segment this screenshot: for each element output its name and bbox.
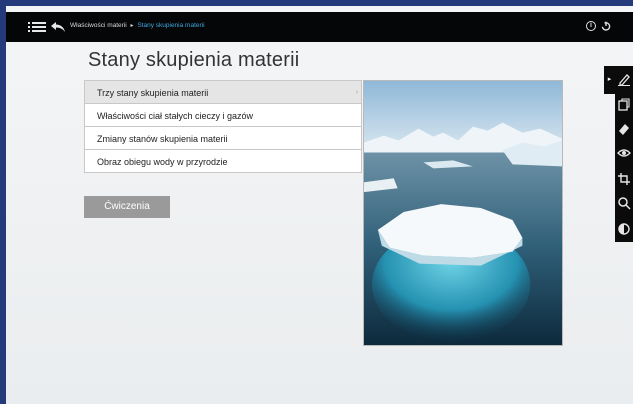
breadcrumb: Właściwości materii ▸ Stany skupienia ma… <box>70 22 205 29</box>
top-bar: Właściwości materii ▸ Stany skupienia ma… <box>6 12 633 42</box>
exercises-button[interactable]: Ćwiczenia <box>84 196 170 218</box>
side-toolbar: ▸ <box>604 66 633 242</box>
copy-icon[interactable] <box>617 98 631 112</box>
breadcrumb-current: Stany skupienia materii <box>137 22 205 29</box>
menu-item-obieg-wody[interactable]: Obraz obiegu wody w przyrodzie <box>84 149 362 173</box>
eye-icon[interactable] <box>617 146 631 160</box>
menu-item-label: Trzy stany skupienia materii <box>97 88 209 98</box>
page-title: Stany skupienia materii <box>88 49 300 71</box>
chevron-right-icon: › <box>355 89 359 96</box>
pencil-icon[interactable] <box>617 72 631 86</box>
crop-icon[interactable] <box>617 172 631 186</box>
toolbar-toggle[interactable]: ▸ <box>604 66 615 94</box>
menu-item-label: Zmiany stanów skupienia materii <box>97 134 228 144</box>
iceberg-photo <box>363 80 563 346</box>
menu-item-label: Właściwości ciał stałych cieczy i gazów <box>97 111 254 121</box>
menu-item-trzy-stany[interactable]: Trzy stany skupienia materii › <box>84 80 362 104</box>
back-icon[interactable] <box>50 20 66 34</box>
eraser-icon[interactable] <box>617 122 631 136</box>
breadcrumb-parent[interactable]: Właściwości materii <box>70 22 127 29</box>
power-icon[interactable] <box>601 21 611 31</box>
breadcrumb-separator: ▸ <box>130 23 134 29</box>
contrast-icon[interactable] <box>617 222 631 236</box>
app-frame: Właściwości materii ▸ Stany skupienia ma… <box>6 6 633 404</box>
topic-menu: Trzy stany skupienia materii › Właściwoś… <box>84 80 362 173</box>
menu-icon[interactable] <box>28 22 46 32</box>
menu-item-zmiany-stanow[interactable]: Zmiany stanów skupienia materii <box>84 126 362 150</box>
menu-item-wlasciwosci[interactable]: Właściwości ciał stałych cieczy i gazów <box>84 103 362 127</box>
menu-item-label: Obraz obiegu wody w przyrodzie <box>97 157 228 167</box>
search-icon[interactable] <box>617 196 631 210</box>
info-icon[interactable]: i <box>586 21 596 31</box>
